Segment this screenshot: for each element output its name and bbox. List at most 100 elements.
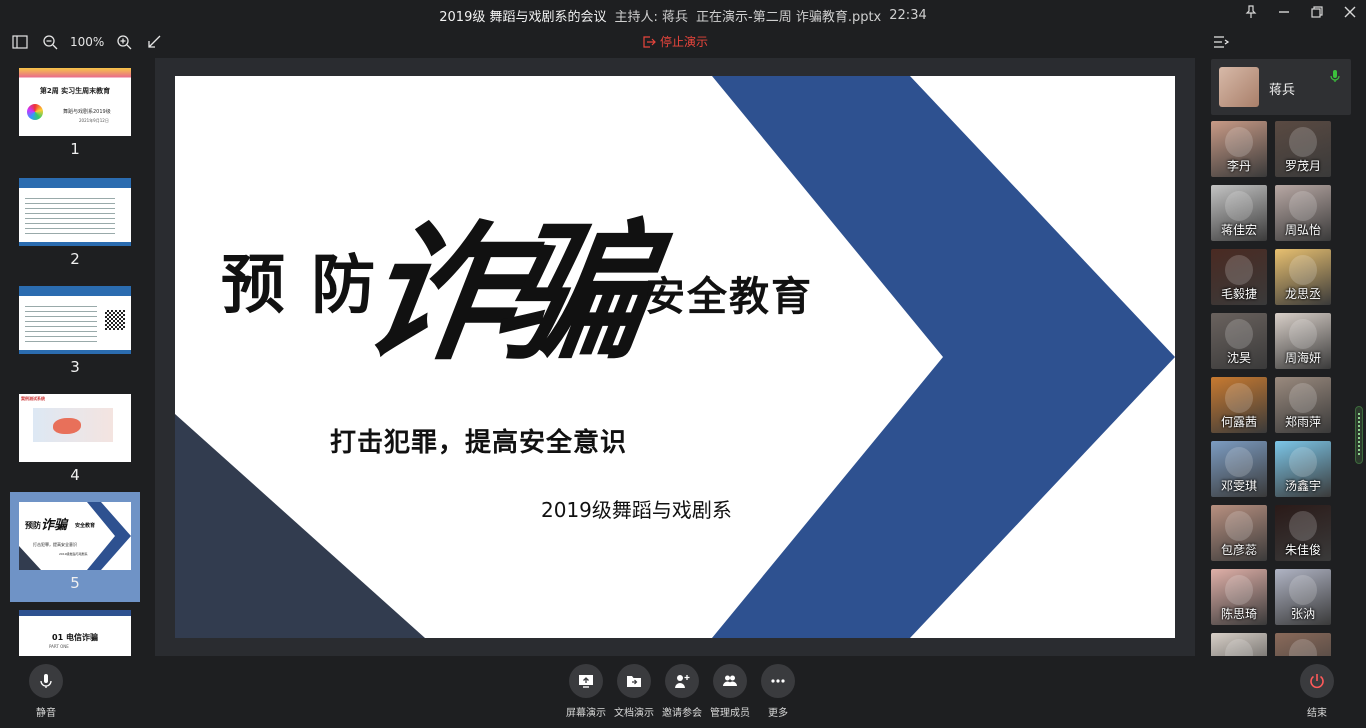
end-meeting-button[interactable]: 结束: [1287, 664, 1347, 719]
more-button[interactable]: 更多: [748, 664, 808, 719]
current-slide: 预 防 诈骗 安全教育 打击犯罪，提高安全意识 2019级舞蹈与戏剧系: [175, 76, 1175, 638]
map-graphic: [53, 418, 81, 434]
thumbnail-subtitle: 舞蹈与戏剧系2019级: [63, 109, 111, 115]
presentation-toolbar: 100% 停止演示: [0, 30, 1366, 56]
thumbnail-image: 实习生工作安排: [19, 178, 131, 246]
close-icon[interactable]: [1333, 0, 1366, 24]
thumbnail-date: 2021年9月12日: [79, 118, 109, 123]
thumbnail-4[interactable]: 案例测试系统 4: [10, 384, 140, 494]
avatar: [1289, 127, 1317, 157]
slide-thumbnail-list[interactable]: 第2周 实习生周末教育 舞蹈与戏剧系2019级 2021年9月12日 1 实习生…: [0, 58, 148, 656]
participant-tile[interactable]: 邓雯琪: [1211, 441, 1267, 497]
participant-tile[interactable]: 毛毅捷: [1211, 249, 1267, 305]
participant-tile[interactable]: 蒋佳宏: [1211, 185, 1267, 241]
thumbnail-title-suffix: 安全教育: [75, 523, 96, 529]
thumbnail-image: 第2周 实习生周末教育 舞蹈与戏剧系2019级 2021年9月12日: [19, 68, 131, 136]
participant-tile[interactable]: 何露茜: [1211, 377, 1267, 433]
participant-tile[interactable]: 周海妍: [1275, 313, 1331, 369]
end-meeting-label: 结束: [1307, 708, 1327, 719]
thumbnail-footer: 2019级舞蹈与戏剧系: [59, 552, 88, 556]
thumbnail-6[interactable]: 01 电信诈骗 PART ONE: [10, 600, 140, 656]
footer-bar: [19, 350, 131, 354]
participant-tile[interactable]: [1211, 633, 1267, 656]
avatar: [1219, 67, 1259, 107]
zoom-out-icon[interactable]: [40, 32, 60, 52]
participant-tile[interactable]: 罗茂月: [1275, 121, 1331, 177]
zoom-in-icon[interactable]: [114, 32, 134, 52]
add-user-icon: [675, 675, 690, 688]
participant-tile[interactable]: 李丹: [1211, 121, 1267, 177]
participant-scrollbar[interactable]: [1355, 406, 1363, 464]
thumbnail-number: 2: [70, 250, 80, 268]
thumbnail-title: 预防: [25, 521, 41, 530]
avatar: [1289, 511, 1317, 541]
shrink-icon[interactable]: [144, 32, 164, 52]
participant-name: 包彦蕊: [1220, 543, 1257, 557]
qr-code-icon: [105, 310, 125, 330]
meeting-title: 2019级 舞蹈与戏剧系的会议: [439, 9, 607, 25]
users-icon: [723, 675, 737, 686]
thumbnail-1[interactable]: 第2周 实习生周末教育 舞蹈与戏剧系2019级 2021年9月12日 1: [10, 58, 140, 168]
more-label: 更多: [768, 708, 788, 719]
thumbnail-image: 实习生工作安排: [19, 286, 131, 354]
thumbnail-subtitle: PART ONE: [49, 644, 69, 649]
avatar: [1225, 447, 1253, 477]
participant-tile[interactable]: 郑雨萍: [1275, 377, 1331, 433]
title-bar: 2019级 舞蹈与戏剧系的会议 主持人: 蒋兵 正在演示-第二周 诈骗教育.pp…: [0, 0, 1366, 30]
avatar: [1225, 383, 1253, 413]
slide-graphic: [175, 76, 1175, 638]
participant-tile[interactable]: 龙思丞: [1275, 249, 1331, 305]
slide-footer: 2019级舞蹈与戏剧系: [541, 498, 732, 522]
avatar: [1289, 191, 1317, 221]
stop-presenting-button[interactable]: 停止演示: [642, 33, 708, 50]
participant-name: 陈思琦: [1220, 607, 1257, 621]
avatar: [1289, 447, 1317, 477]
thumbnail-title: 01 电信诈骗: [52, 633, 98, 642]
restore-icon[interactable]: [1300, 0, 1333, 24]
thumbnail-2[interactable]: 实习生工作安排 2: [10, 168, 140, 278]
microphone-icon: [40, 674, 52, 688]
participant-list-toggle-icon[interactable]: [1212, 33, 1230, 51]
thumbnail-title: 案例测试系统: [21, 396, 45, 401]
text-lines: [25, 194, 115, 236]
avatar: [1289, 575, 1317, 605]
participant-panel: 蒋兵 李丹 罗茂月 蒋佳宏 周弘怡毛毅捷 龙思丞沈昊 周海妍何露茜 郑雨萍 邓雯琪 汤鑫宇包彦蕊…: [1205, 56, 1366, 656]
participant-name: 沈昊: [1226, 351, 1251, 365]
participant-tile[interactable]: 汤鑫宇: [1275, 441, 1331, 497]
bottom-control-bar: 静音 屏幕演示 文档演示 邀请参会 管理成员 更多 结束: [0, 656, 1366, 728]
host-card[interactable]: 蒋兵: [1211, 59, 1351, 115]
participant-tile[interactable]: 沈昊: [1211, 313, 1267, 369]
participant-tile[interactable]: 包彦蕊: [1211, 505, 1267, 561]
thumbnail-5[interactable]: 预防 诈骗 安全教育 打击犯罪，提高安全意识 2019级舞蹈与戏剧系 5: [10, 492, 140, 602]
avatar: [1289, 319, 1317, 349]
participant-name: 周海妍: [1284, 351, 1321, 365]
manage-members-label: 管理成员: [710, 708, 750, 719]
participant-tile[interactable]: 陈思琦: [1211, 569, 1267, 625]
pin-icon[interactable]: [1234, 0, 1267, 24]
thumbnail-image: 预防 诈骗 安全教育 打击犯罪，提高安全意识 2019级舞蹈与戏剧系: [19, 502, 131, 570]
thumbnail-subtitle: 打击犯罪，提高安全意识: [33, 542, 77, 547]
participant-name: 龙思丞: [1284, 287, 1321, 301]
sidebar-toggle-icon[interactable]: [10, 32, 30, 52]
text-lines: [25, 302, 97, 346]
participant-tile[interactable]: 周弘怡: [1275, 185, 1331, 241]
thumbnail-image: 案例测试系统: [19, 394, 131, 462]
thumbnail-3[interactable]: 实习生工作安排 3: [10, 276, 140, 386]
avatar: [1289, 639, 1317, 656]
stop-presenting-label: 停止演示: [660, 35, 709, 49]
slide-subtitle: 打击犯罪，提高安全意识: [330, 428, 628, 458]
avatar: [1225, 127, 1253, 157]
screen-share-icon: [579, 675, 593, 688]
participant-name: 朱佳俊: [1284, 543, 1321, 557]
thumbnail-title: 实习生工作安排: [21, 179, 49, 184]
participant-tile[interactable]: [1275, 633, 1331, 656]
host-name: 蒋兵: [1269, 83, 1296, 98]
thumbnail-graphic: [19, 502, 131, 570]
logo-icon: [27, 104, 43, 120]
participant-tile[interactable]: 朱佳俊: [1275, 505, 1331, 561]
participant-tile[interactable]: 张汭: [1275, 569, 1331, 625]
mute-button[interactable]: 静音: [16, 664, 76, 719]
minimize-icon[interactable]: [1267, 0, 1300, 24]
participant-name: 周弘怡: [1284, 223, 1321, 237]
invite-label: 邀请参会: [662, 708, 702, 719]
